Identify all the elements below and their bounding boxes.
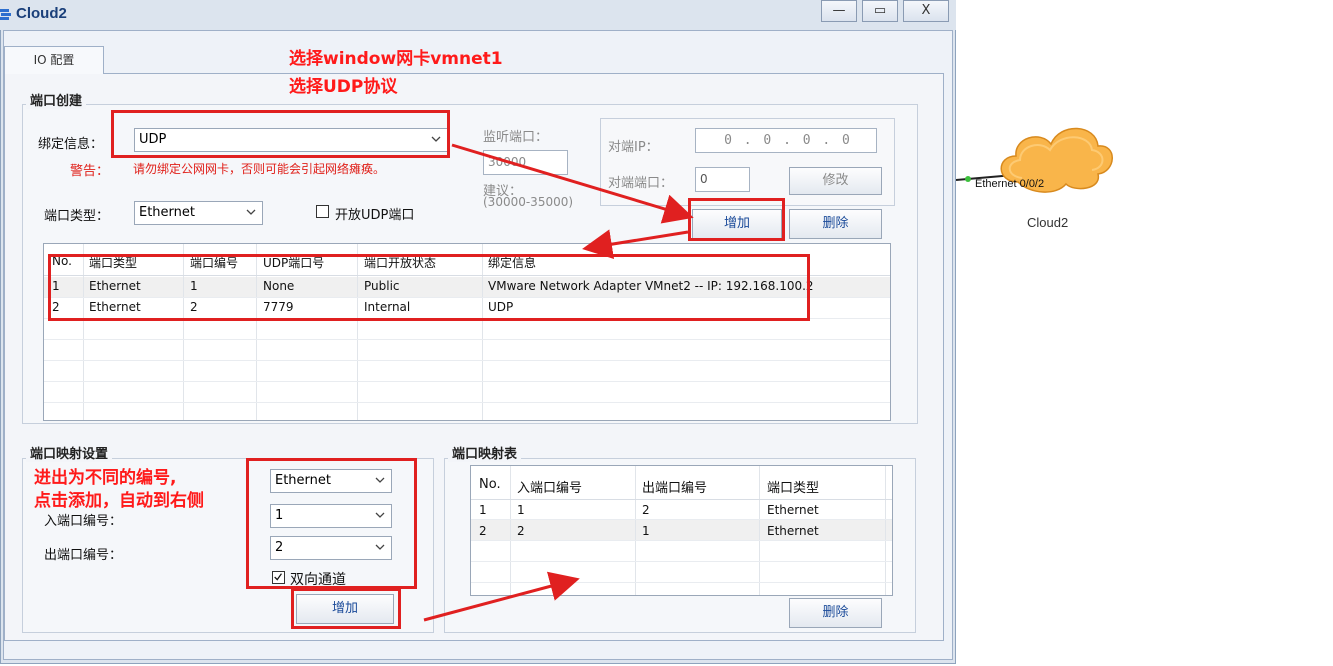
table-cell[interactable]: 1 bbox=[517, 503, 525, 517]
column-header[interactable]: 入端口编号 bbox=[517, 477, 582, 496]
annotation-text-mapping-1: 进出为不同的编号, bbox=[34, 468, 177, 488]
table-cell[interactable]: 2 bbox=[642, 503, 650, 517]
modify-button[interactable]: 修改 bbox=[789, 167, 882, 195]
port-type-value: Ethernet bbox=[139, 205, 195, 220]
port-type-label: 端口类型： bbox=[44, 209, 110, 224]
annotation-text-mapping-2: 点击添加，自动到右侧 bbox=[34, 491, 204, 511]
chevron-down-icon bbox=[246, 209, 256, 215]
title-bar[interactable] bbox=[0, 0, 956, 30]
annotation-box-bind-info bbox=[111, 110, 450, 158]
table-cell[interactable]: Ethernet bbox=[767, 503, 819, 517]
column-header[interactable]: 出端口编号 bbox=[642, 477, 707, 496]
peer-ip-input[interactable]: 0 . 0 . 0 . 0 bbox=[695, 128, 877, 153]
table-row-shade bbox=[471, 519, 892, 540]
peer-ip-label: 对端IP： bbox=[608, 140, 659, 155]
annotation-box-mapping-selects bbox=[246, 458, 417, 589]
listen-port-input[interactable]: 30000 bbox=[483, 150, 568, 175]
port-mapping-title: 端口映射设置 bbox=[26, 443, 113, 462]
minimize-button[interactable]: — bbox=[821, 0, 857, 22]
cloud-name-label: Cloud2 bbox=[1027, 215, 1069, 230]
annotation-box-port-table bbox=[48, 254, 810, 321]
table-cell[interactable]: 2 bbox=[517, 524, 525, 538]
topology-canvas bbox=[956, 127, 1113, 193]
port-create-title: 端口创建 bbox=[26, 90, 87, 109]
table-cell[interactable]: 1 bbox=[479, 503, 487, 517]
delete-port-button[interactable]: 删除 bbox=[789, 209, 882, 239]
open-udp-checkbox[interactable] bbox=[316, 205, 329, 218]
window-title: Cloud2 bbox=[16, 5, 67, 22]
in-port-label: 入端口编号： bbox=[44, 514, 123, 529]
table-cell[interactable]: 2 bbox=[479, 524, 487, 538]
warning-label: 警告： bbox=[70, 164, 110, 179]
annotation-text-top-2: 选择UDP协议 bbox=[289, 77, 398, 97]
table-cell[interactable]: Ethernet bbox=[767, 524, 819, 538]
column-header[interactable]: 端口类型 bbox=[767, 477, 819, 496]
open-udp-label: 开放UDP端口 bbox=[335, 208, 415, 223]
column-header[interactable]: No. bbox=[479, 477, 501, 492]
tab-io-config[interactable]: IO 配置 bbox=[4, 46, 104, 74]
peer-port-input[interactable]: 0 bbox=[695, 167, 750, 192]
link-endpoint bbox=[965, 176, 971, 182]
out-port-label: 出端口编号： bbox=[44, 548, 123, 563]
mapping-table-title: 端口映射表 bbox=[448, 443, 522, 462]
listen-port-label: 监听端口： bbox=[483, 130, 549, 145]
close-button[interactable]: X bbox=[903, 0, 949, 22]
table-cell[interactable]: 1 bbox=[642, 524, 650, 538]
suggest-range: (30000-35000) bbox=[483, 195, 574, 209]
annotation-box-add-mapping bbox=[291, 588, 401, 629]
port-label: Ethernet 0/0/2 bbox=[975, 178, 1045, 190]
bind-info-label: 绑定信息： bbox=[38, 137, 104, 152]
warning-text: 请勿绑定公网网卡，否则可能会引起网络瘫痪。 bbox=[133, 162, 386, 176]
port-type-select[interactable]: Ethernet bbox=[134, 201, 263, 225]
peer-port-label: 对端端口： bbox=[608, 176, 674, 191]
maximize-button[interactable]: ▭ bbox=[862, 0, 898, 22]
annotation-box-add-button bbox=[688, 198, 785, 241]
delete-mapping-button[interactable]: 删除 bbox=[789, 598, 882, 628]
annotation-text-top-1: 选择window网卡vmnet1 bbox=[289, 49, 503, 69]
mapping-table: No. 入端口编号 出端口编号 端口类型 1 1 2 Ethernet 2 2 … bbox=[470, 465, 893, 596]
app-icon bbox=[0, 9, 11, 20]
